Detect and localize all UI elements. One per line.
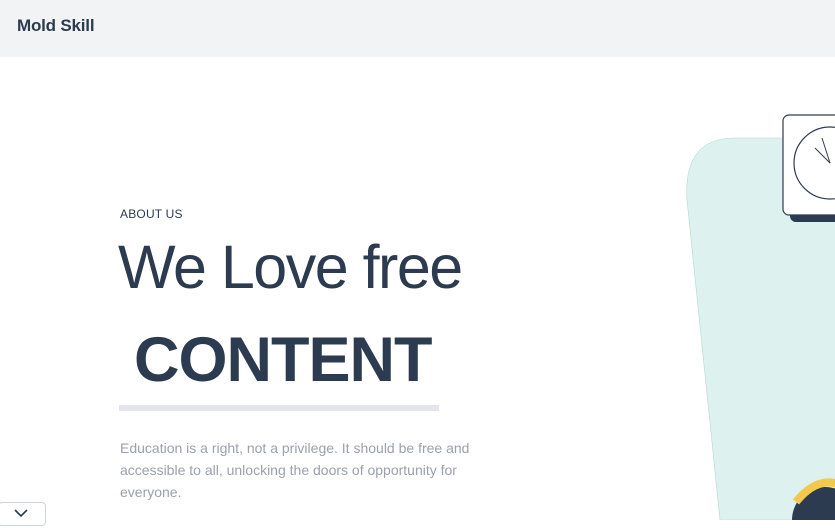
hero-highlight-word: CONTENT bbox=[134, 325, 432, 395]
highlight-underline bbox=[119, 405, 439, 411]
brand-logo[interactable]: Mold Skill bbox=[17, 16, 95, 36]
scroll-toggle-button[interactable] bbox=[0, 502, 46, 526]
hero-illustration bbox=[680, 110, 835, 528]
top-navbar: Mold Skill bbox=[0, 0, 835, 57]
chevron-down-icon bbox=[14, 509, 28, 518]
section-eyebrow: ABOUT US bbox=[120, 207, 183, 221]
hero-description: Education is a right, not a privilege. I… bbox=[120, 440, 470, 500]
hero-headline: We Love free bbox=[118, 233, 463, 301]
